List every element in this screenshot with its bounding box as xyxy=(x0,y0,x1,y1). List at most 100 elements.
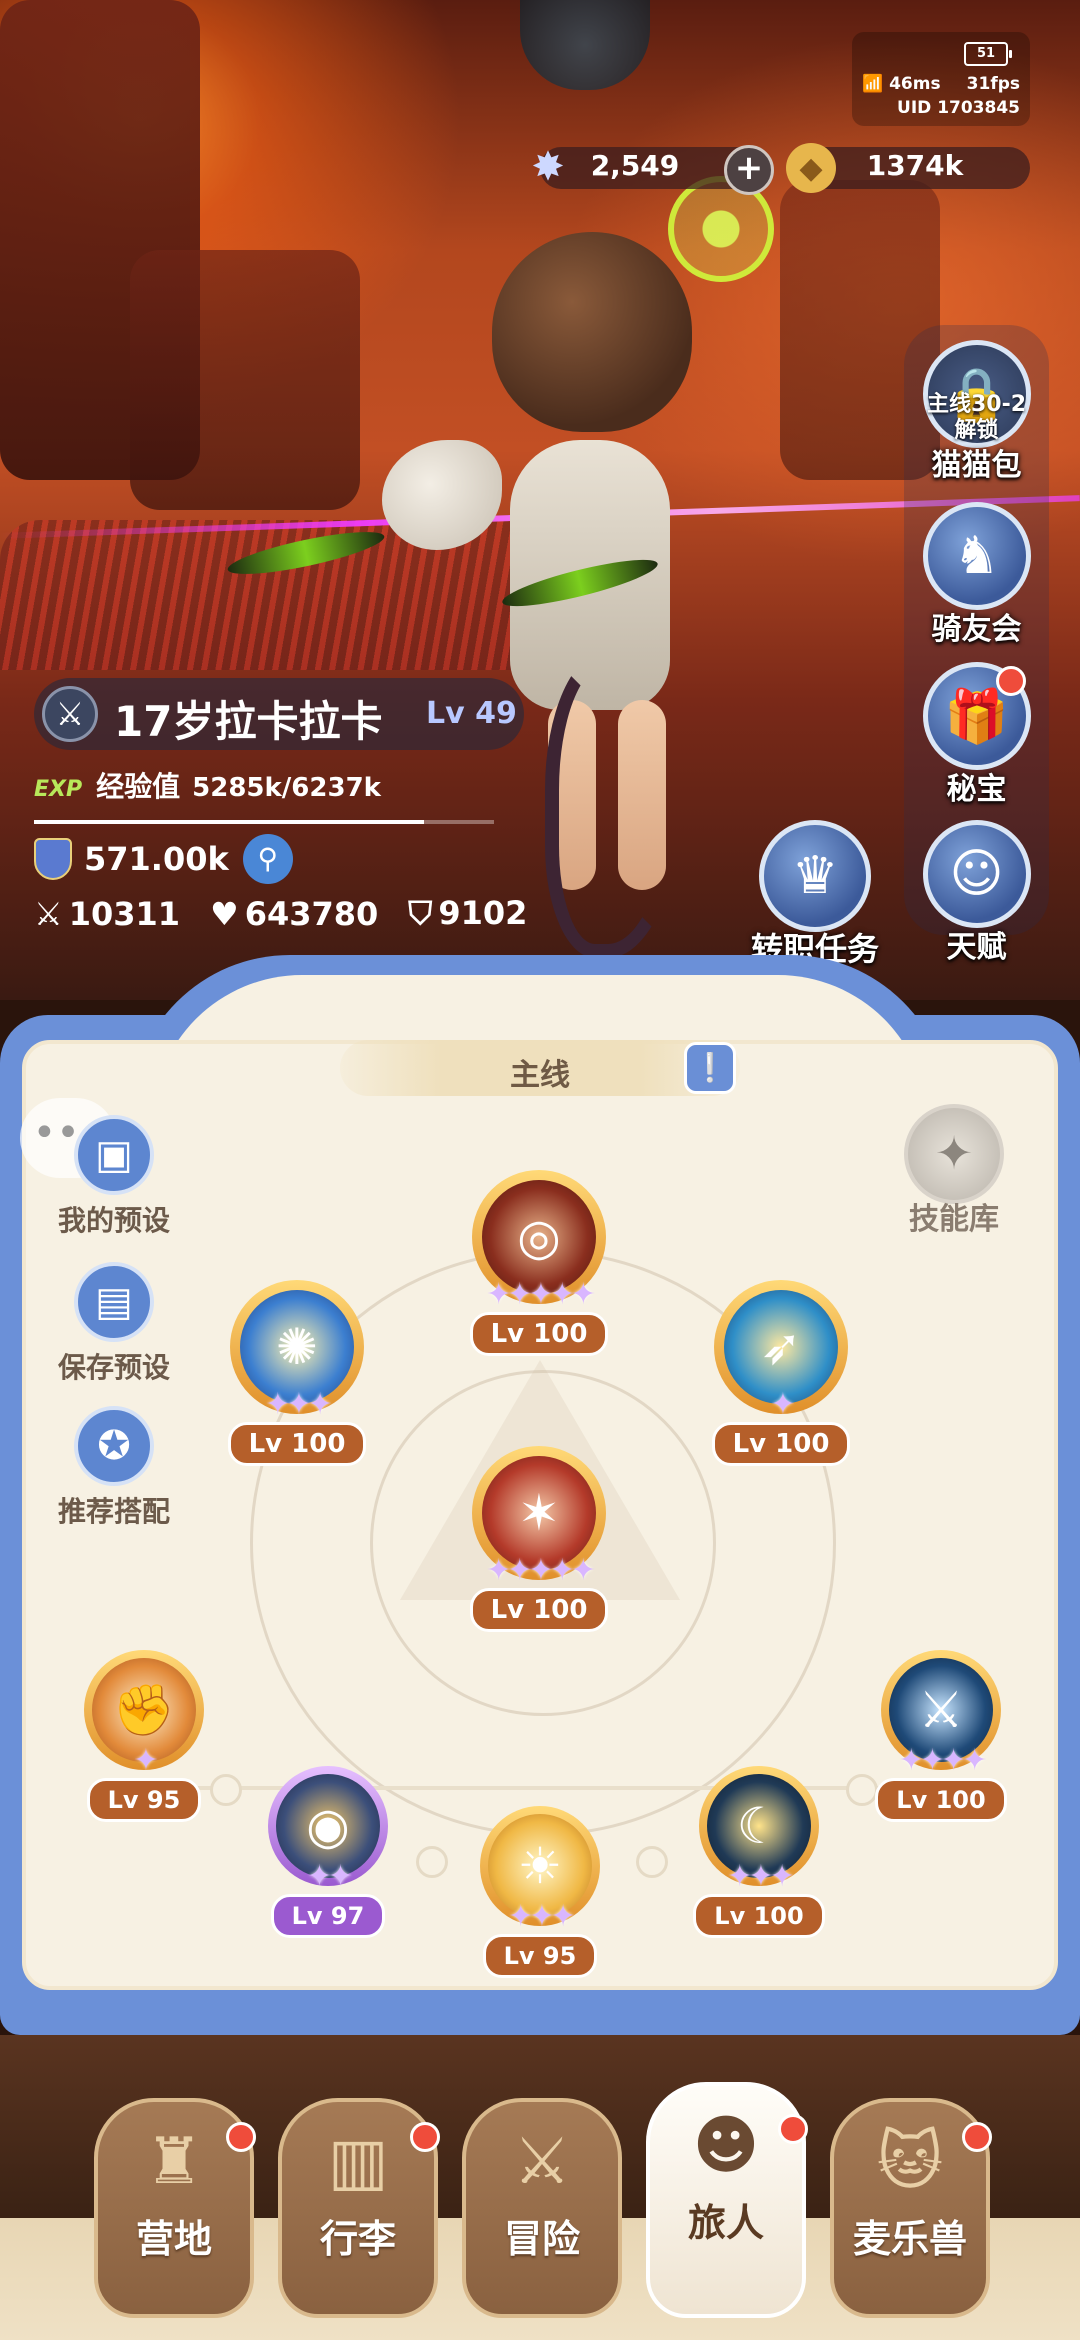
link-node xyxy=(636,1846,668,1878)
notification-dot xyxy=(410,2122,440,2152)
skill-slot-bottom-4[interactable]: ☾ ✦✦✦ Lv 100 xyxy=(684,1766,834,1938)
character-tail xyxy=(545,650,683,958)
power-row: 571.00k ⚲ xyxy=(34,834,293,884)
gem-count: 2,549 xyxy=(590,149,680,182)
rock-left xyxy=(130,250,360,510)
skill-slot-bottom-1[interactable]: ✊ ✦ Lv 95 xyxy=(74,1650,214,1822)
cat-bag-button[interactable]: 🔒 主线30-2 解锁 猫猫包 xyxy=(904,340,1049,484)
nav-luggage-label: 行李 xyxy=(319,2217,396,2261)
skill-stars: ✦✦✦ xyxy=(508,1899,575,1934)
nav-traveler[interactable]: ☻ 旅人 xyxy=(646,2082,808,2318)
skill-slot-bottom-3[interactable]: ☀ ✦✦✦ Lv 95 xyxy=(470,1806,610,1978)
hp-value: 643780 xyxy=(244,894,379,933)
recommend-build-label: 推荐搭配 xyxy=(57,1495,170,1528)
notification-dot xyxy=(962,2122,992,2152)
exp-row: EXP 经验值 5285k/6237k xyxy=(34,765,381,805)
monster-top xyxy=(520,0,650,90)
nav-camp-label: 营地 xyxy=(135,2217,212,2261)
unlock-condition: 主线30-2 xyxy=(926,392,1027,417)
talent-label: 天赋 xyxy=(946,930,1007,965)
skill-stars: ✦✦ xyxy=(306,1859,353,1894)
skill-level: Lv 97 xyxy=(270,1894,386,1938)
skill-slot-upper-left[interactable]: ✺ ✦✦✦ Lv 100 xyxy=(222,1280,372,1466)
skill-level: Lv 95 xyxy=(86,1778,202,1822)
skill-library-label: 技能库 xyxy=(909,1202,999,1237)
nav-pet-label: 麦乐兽 xyxy=(852,2217,967,2261)
nav-adventure-label: 冒险 xyxy=(503,2217,580,2261)
my-preset-label: 我的预设 xyxy=(57,1204,170,1237)
tab-main-line[interactable]: 主线 xyxy=(340,1040,740,1096)
skill-level: Lv 100 xyxy=(693,1894,825,1938)
exp-progress-fill xyxy=(34,820,424,824)
exp-progress-bar xyxy=(34,820,494,824)
treasure-button[interactable]: 🎁 秘宝 xyxy=(904,662,1049,808)
exp-label: 经验值 xyxy=(96,770,181,803)
exp-badge: EXP xyxy=(34,777,83,802)
brain-icon: ☺ xyxy=(922,820,1031,928)
attack-swords-icon: ⚔ xyxy=(34,894,63,933)
nav-traveler-label: 旅人 xyxy=(687,2201,764,2245)
gold-count: 1374k xyxy=(866,149,964,182)
player-name-plate[interactable]: ⚔ 17岁拉卡拉卡 Lv 49 xyxy=(34,678,524,750)
job-quest-button[interactable]: ♛ 转职任务 xyxy=(740,820,890,970)
skill-slot-center[interactable]: ✶ ✦✦✦✦✦ Lv 100 xyxy=(464,1446,614,1632)
nav-camp[interactable]: ♜ 营地 xyxy=(94,2098,256,2318)
gem-currency: ✸ 2,549 + xyxy=(531,144,774,195)
recommend-build-button[interactable]: ✪ 推荐搭配 xyxy=(34,1406,194,1530)
nav-luggage[interactable]: ▥ 行李 xyxy=(278,2098,440,2318)
skill-level: Lv 100 xyxy=(469,1588,609,1632)
skill-stars: ✦ xyxy=(133,1743,158,1778)
save-preset-button[interactable]: ▤ 保存预设 xyxy=(34,1262,194,1386)
unlock-label: 解锁 xyxy=(954,418,999,443)
link-node xyxy=(210,1774,242,1806)
info-book-icon[interactable]: ❕ xyxy=(684,1042,736,1094)
uid-label: UID 1703845 xyxy=(897,98,1020,118)
nav-pet[interactable]: 🐱 麦乐兽 xyxy=(830,2098,992,2318)
my-preset-button[interactable]: ▣ 我的预设 xyxy=(34,1115,194,1239)
skill-library-button[interactable]: ✦ 技能库 xyxy=(894,1104,1014,1238)
skill-stars: ✦✦✦✦✦ xyxy=(486,1553,596,1588)
skill-slot-bottom-2[interactable]: ◉ ✦✦ Lv 97 xyxy=(258,1766,398,1938)
link-node xyxy=(416,1846,448,1878)
skill-stars: ✦✦✦ xyxy=(727,1859,794,1894)
rider-club-label: 骑友会 xyxy=(931,612,1022,647)
power-shield-icon xyxy=(34,838,72,880)
treasure-label: 秘宝 xyxy=(946,772,1007,807)
crossed-swords-icon: ⚔ xyxy=(513,2125,571,2199)
talent-button[interactable]: ☺ 天赋 xyxy=(904,820,1049,966)
skill-slot-upper-right[interactable]: ➶ ✦ Lv 100 xyxy=(706,1280,856,1466)
skill-level: Lv 100 xyxy=(875,1778,1007,1822)
battery-indicator: 51 xyxy=(964,42,1012,66)
skill-stars: ✦✦✦✦✦ xyxy=(486,1277,596,1312)
rider-club-button[interactable]: ♞ 骑友会 xyxy=(904,502,1049,648)
player-name: 17岁拉卡拉卡 xyxy=(114,697,383,746)
gold-currency: ◆ 1374k xyxy=(786,143,1030,193)
skill-stars: ✦✦✦✦ xyxy=(898,1743,988,1778)
notification-dot xyxy=(996,666,1026,696)
power-detail-search-icon[interactable]: ⚲ xyxy=(242,834,293,884)
skill-level: Lv 95 xyxy=(482,1934,598,1978)
skill-stars: ✦ xyxy=(770,1387,795,1422)
exp-value: 5285k/6237k xyxy=(192,773,381,803)
save-icon: ▤ xyxy=(74,1262,154,1342)
skill-slot-bottom-5[interactable]: ⚔ ✦✦✦✦ Lv 100 xyxy=(866,1650,1016,1822)
skill-library-icon: ✦ xyxy=(904,1104,1004,1204)
notification-dot xyxy=(226,2122,256,2152)
add-gems-button[interactable]: + xyxy=(724,145,774,195)
recommend-icon: ✪ xyxy=(74,1406,154,1486)
skill-level: Lv 100 xyxy=(227,1422,367,1466)
skill-level: Lv 100 xyxy=(469,1312,609,1356)
attack-value: 10311 xyxy=(68,894,181,933)
fps-value: 31fps xyxy=(966,74,1020,94)
horse-icon: ♞ xyxy=(922,502,1031,610)
wifi-icon: 📶 xyxy=(862,74,884,94)
combat-stats: ⚔ 10311 ♥ 643780 ⛉ 9102 xyxy=(34,894,527,933)
save-preset-label: 保存预设 xyxy=(57,1351,170,1384)
ping-value: 46ms xyxy=(889,74,941,94)
tab-main-line-label: 主线 xyxy=(510,1058,570,1093)
skill-slot-top[interactable]: ◎ ✦✦✦✦✦ Lv 100 xyxy=(464,1170,614,1356)
cat-bag-label: 猫猫包 xyxy=(931,448,1022,483)
traveler-avatar-icon: ☻ xyxy=(692,2109,760,2183)
preset-icon: ▣ xyxy=(74,1115,154,1195)
nav-adventure[interactable]: ⚔ 冒险 xyxy=(462,2098,622,2318)
